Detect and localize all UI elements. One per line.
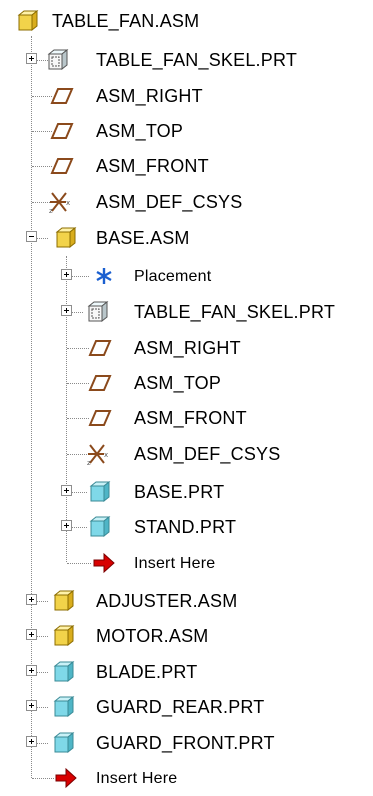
tree-label: ASM_TOP	[134, 373, 222, 393]
tree-label: TABLE_FAN_SKEL.PRT	[96, 50, 298, 70]
assembly-icon	[52, 624, 76, 648]
tree-label: MOTOR.ASM	[96, 626, 209, 646]
tree-item-base-prt[interactable]: BASE.PRT	[0, 474, 373, 510]
tree-root[interactable]: TABLE_FAN.ASM	[0, 3, 373, 39]
coordinate-system-icon: xz	[86, 442, 110, 467]
tree-label: Insert Here	[96, 770, 178, 787]
tree-label: Insert Here	[134, 555, 216, 572]
tree-item-asm-right[interactable]: ASM_RIGHT	[0, 78, 373, 114]
tree-item-asm-front[interactable]: ASM_FRONT	[0, 148, 373, 184]
expand-toggle[interactable]	[61, 520, 72, 531]
datum-plane-icon	[88, 336, 112, 360]
datum-plane-icon	[50, 84, 74, 108]
tree-label: ASM_DEF_CSYS	[96, 192, 243, 212]
expand-toggle[interactable]	[26, 594, 37, 605]
tree-label: STAND.PRT	[134, 517, 237, 537]
tree-label: ASM_FRONT	[96, 156, 209, 176]
skeleton-part-icon	[46, 48, 70, 72]
tree-item-base-asm[interactable]: BASE.ASM	[0, 220, 373, 256]
tree-label: BASE.PRT	[134, 482, 225, 502]
part-icon	[52, 731, 76, 755]
tree-label: Placement	[134, 268, 212, 285]
assembly-icon	[54, 226, 78, 250]
tree-label: TABLE_FAN.ASM	[52, 11, 200, 31]
tree-item-blade-prt[interactable]: BLADE.PRT	[0, 654, 373, 690]
tree-label: BLADE.PRT	[96, 662, 198, 682]
placement-icon	[92, 264, 116, 288]
assembly-icon	[52, 589, 76, 613]
tree-label: GUARD_FRONT.PRT	[96, 733, 275, 753]
tree-item-table-fan-skel[interactable]: TABLE_FAN_SKEL.PRT	[0, 294, 373, 330]
expand-toggle[interactable]	[26, 736, 37, 747]
svg-text:z: z	[87, 459, 91, 466]
tree-label: ADJUSTER.ASM	[96, 591, 238, 611]
svg-text:x: x	[104, 451, 108, 459]
expand-toggle[interactable]	[26, 700, 37, 711]
tree-item-asm-def-csys[interactable]: xz ASM_DEF_CSYS	[0, 436, 373, 472]
tree-label: BASE.ASM	[96, 228, 190, 248]
coordinate-system-icon: xz	[48, 190, 72, 215]
expand-toggle[interactable]	[26, 665, 37, 676]
expand-toggle[interactable]	[61, 269, 72, 280]
svg-text:x: x	[66, 199, 70, 207]
collapse-toggle[interactable]	[26, 231, 37, 242]
part-icon	[52, 660, 76, 684]
tree-item-stand-prt[interactable]: STAND.PRT	[0, 509, 373, 545]
tree-item-asm-front[interactable]: ASM_FRONT	[0, 400, 373, 436]
tree-item-asm-def-csys[interactable]: xz ASM_DEF_CSYS	[0, 184, 373, 220]
svg-text:z: z	[49, 207, 53, 214]
model-tree: TABLE_FAN.ASM TABLE_FAN_SKEL.PRT ASM_RIG…	[0, 0, 373, 790]
tree-label: ASM_RIGHT	[134, 338, 241, 358]
tree-item-guard-rear-prt[interactable]: GUARD_REAR.PRT	[0, 689, 373, 725]
tree-item-asm-right[interactable]: ASM_RIGHT	[0, 330, 373, 366]
tree-label: ASM_FRONT	[134, 408, 247, 428]
datum-plane-icon	[88, 406, 112, 430]
tree-item-adjuster-asm[interactable]: ADJUSTER.ASM	[0, 583, 373, 619]
tree-item-insert-here[interactable]: Insert Here	[0, 760, 373, 796]
tree-item-asm-top[interactable]: ASM_TOP	[0, 365, 373, 401]
tree-item-table-fan-skel[interactable]: TABLE_FAN_SKEL.PRT	[0, 42, 373, 78]
assembly-icon	[16, 9, 40, 33]
tree-item-motor-asm[interactable]: MOTOR.ASM	[0, 618, 373, 654]
skeleton-part-icon	[86, 300, 110, 324]
part-icon	[88, 480, 112, 504]
tree-label: ASM_RIGHT	[96, 86, 203, 106]
datum-plane-icon	[88, 371, 112, 395]
tree-label: TABLE_FAN_SKEL.PRT	[134, 302, 336, 322]
expand-toggle[interactable]	[26, 629, 37, 640]
tree-item-guard-front-prt[interactable]: GUARD_FRONT.PRT	[0, 725, 373, 761]
tree-label: ASM_DEF_CSYS	[134, 444, 281, 464]
part-icon	[88, 515, 112, 539]
expand-toggle[interactable]	[26, 53, 37, 64]
tree-item-insert-here[interactable]: Insert Here	[0, 545, 373, 581]
part-icon	[52, 695, 76, 719]
expand-toggle[interactable]	[61, 305, 72, 316]
insert-arrow-icon	[92, 551, 116, 575]
datum-plane-icon	[50, 119, 74, 143]
expand-toggle[interactable]	[61, 485, 72, 496]
datum-plane-icon	[50, 154, 74, 178]
tree-label: GUARD_REAR.PRT	[96, 697, 265, 717]
tree-label: ASM_TOP	[96, 121, 184, 141]
insert-arrow-icon	[54, 766, 78, 790]
tree-item-placement[interactable]: Placement	[0, 258, 373, 294]
tree-item-asm-top[interactable]: ASM_TOP	[0, 113, 373, 149]
